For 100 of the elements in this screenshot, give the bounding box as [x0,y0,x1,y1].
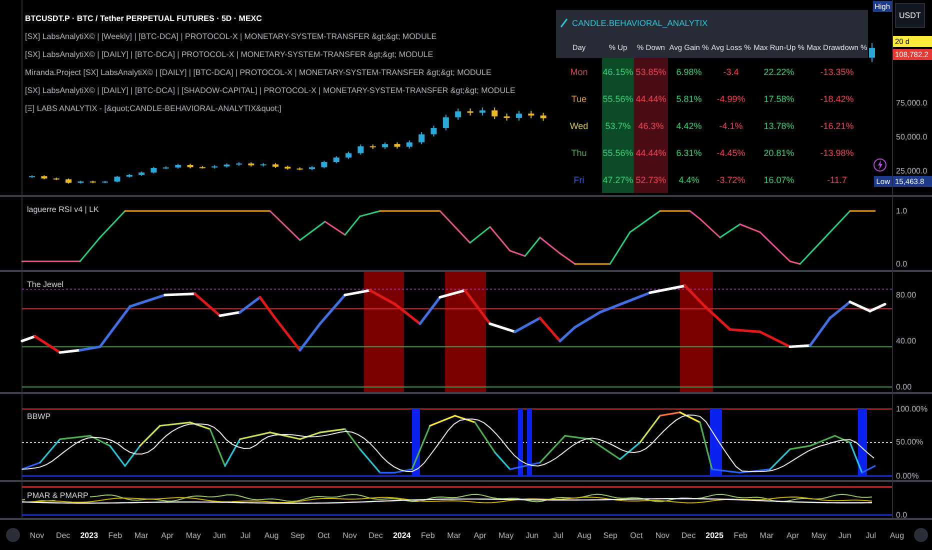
indicator-title: BBWP [25,412,53,421]
time-label: Apr [786,530,800,540]
time-label: Jun [524,530,540,540]
indicator-label[interactable]: [Ξ] LABS ANALYTIX - [&quot;CANDLE-BEHAVIORAL-ANALYTIX&quot;] [25,102,516,116]
table-cell-text: 22.22% [762,66,796,78]
candle [29,174,35,178]
indicator-label[interactable]: [SX] LabsAnalytiX© | [DAILY] | [BTC-DCA] | PROTOCOL-X | MONETARY-SYSTEM-TRANSFER &gt;&gt; MODULE [25,48,516,62]
time-label: Jul [239,530,252,540]
time-label: 2024 [392,530,412,540]
table-cell-text: 6.98% [675,66,703,78]
table-cell: 55.56% [602,139,634,166]
candle [516,110,522,122]
candle [236,162,242,166]
candle [321,160,328,169]
time-label: Nov [654,530,671,540]
candle [102,180,108,184]
auto-scale-icon[interactable] [914,528,928,542]
indicator-label[interactable]: [SX] LabsAnalytiX© | [DAILY] | [BTC-DCA] | [SHADOW-CAPITAL] | PROTOCOL-X | MONETARY-SYSTEM-TRANSFER &gt;&gt; MODULE [25,84,516,98]
time-label: Oct [629,530,644,540]
table-cell: 44.44% [634,85,668,112]
axis-tick: 0.00 [896,382,912,392]
table-cell-text: -11.7 [826,174,848,186]
time-label: Oct [316,530,331,540]
time-label: 2023 [79,530,100,540]
table-cell-text: -13.98% [819,146,855,160]
candle [296,166,303,171]
table-cell-text: 16.07% [762,174,796,186]
table-cell-text: -16.21% [819,120,855,132]
volatility-bar [527,409,532,476]
table-cell-text: 6.31% [675,146,703,160]
candle [869,42,875,63]
axis-tick: 40.00 [896,336,916,346]
candle [540,112,546,122]
candle [442,114,449,131]
table-cell-text: -4.45% [716,146,746,160]
candle [162,166,169,170]
time-label: Mar [446,530,462,540]
candle [114,175,120,183]
time-label: Feb [420,530,436,540]
candle [333,156,340,164]
time-label: May [498,530,515,540]
candle [126,174,132,178]
table-title: CANDLE.BEHAVIORAL_ANALYTIX [572,18,708,28]
candle [528,110,534,119]
time-label: Mar [758,530,775,540]
indicator-label[interactable]: [SX] LabsAnalytiX© | [Weekly] | [BTC-DCA] | PROTOCOL-X | MONETARY-SYSTEM-TRANSFER &gt;&gt; MODULE [25,30,516,44]
indicator-label[interactable]: Miranda.Project [SX] LabsAnalytiX© | [DAILY] | [BTC-DCA] | PROTOCOL-X | MONETARY-SYSTEM-TRANSFER &gt;&gt; MODULE [25,66,516,80]
candle [41,174,48,180]
candle [90,180,96,184]
time-label: 2025 [704,530,724,540]
time-label: Jun [212,530,227,540]
time-label: Nov [28,530,46,540]
table-cell-text: -4.1% [718,120,744,132]
candle [272,162,278,168]
candle [455,108,462,120]
time-label: Jul [552,530,564,540]
table-cell: 53.7% [602,112,634,139]
table-cell: 44.44% [634,139,668,166]
table-cell: 53.85% [634,58,668,85]
axis-tick: 100.00% [896,404,928,414]
candle [284,165,291,170]
axis-tick: 0.0 [896,510,908,518]
price-tick: 50,000.0 [896,132,928,142]
time-label: Jun [837,530,852,540]
candle [467,108,474,116]
currency-button[interactable]: USDT [895,3,925,28]
time-label: Aug [888,530,906,540]
time-label: Feb [107,530,124,540]
time-label: Apr [472,530,488,540]
day-label: Wed [568,120,590,132]
candle [492,107,498,120]
candle [358,144,364,156]
candle [138,171,145,176]
time-label: May [810,530,828,540]
candle [406,140,412,150]
volatility-bar [412,409,420,476]
candle [187,163,194,169]
table-cell-text: -3.72% [716,174,746,186]
volatility-bar [858,409,867,476]
time-label: Jul [864,530,878,540]
axis-tick: 1.0 [896,206,908,216]
candle [504,113,510,122]
axis-tick: 0.00% [896,472,919,480]
price-tick: 25,000.0 [896,166,928,176]
time-label: Feb [732,530,748,540]
time-label: Sep [289,530,306,540]
table-cell: 46.3% [634,112,668,139]
table-cell-text: -4.99% [716,92,746,106]
table-cell: 52.73% [634,166,668,193]
indicator-title: PMAR & PMARP [25,491,90,500]
time-label: Dec [680,530,697,540]
time-label: Dec [54,530,72,540]
time-label: Aug [263,530,280,540]
candle [248,162,254,167]
time-label: Mar [133,530,150,540]
candle [260,162,266,167]
time-label: Apr [160,530,175,540]
logo-icon[interactable] [6,528,20,542]
candle [479,107,486,116]
table-cell-text: 5.81% [675,92,703,106]
